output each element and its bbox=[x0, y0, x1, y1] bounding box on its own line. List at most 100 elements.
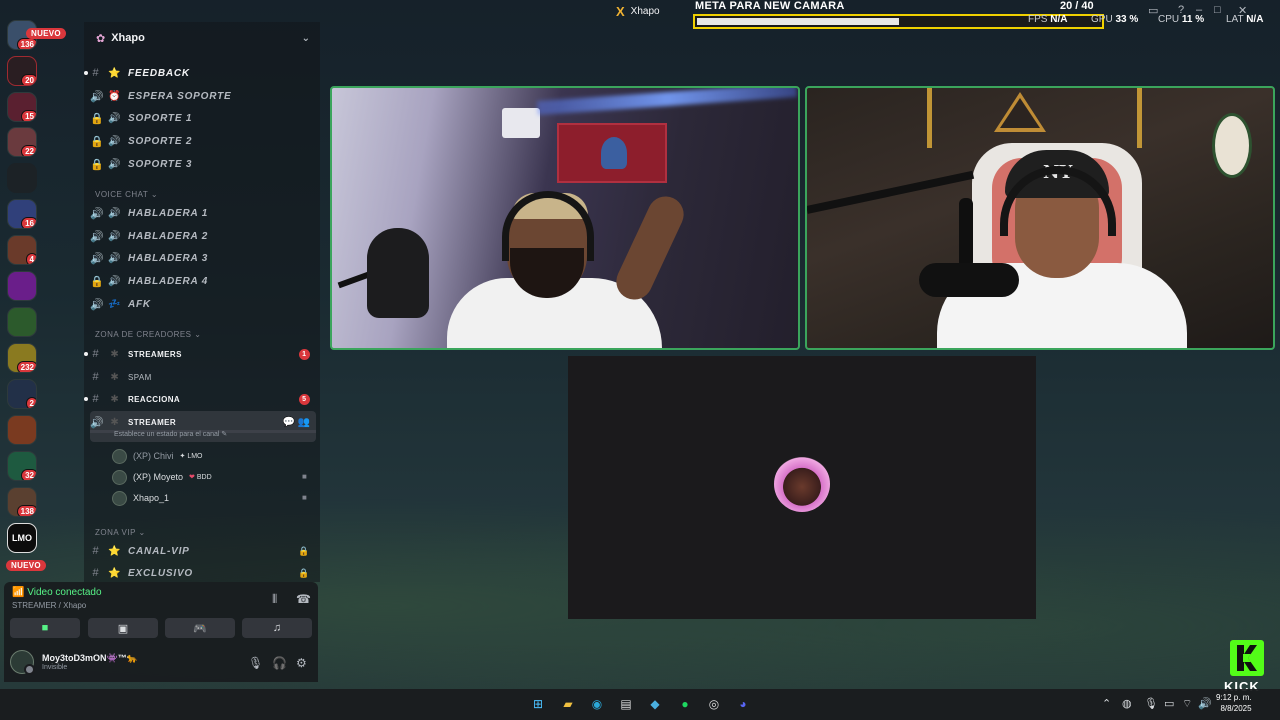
voice-user-chivi[interactable]: (XP) Chivi ✦ LMO bbox=[112, 447, 203, 465]
mention-count: 1 bbox=[299, 348, 310, 360]
category-zona-creadores[interactable]: ZONA DE CREADORES ⌄ bbox=[95, 330, 201, 339]
app-icon[interactable]: ▤ bbox=[616, 694, 636, 714]
disconnect-icon[interactable]: ☎ bbox=[296, 592, 311, 606]
server-icon-14[interactable]: 138 bbox=[7, 487, 37, 517]
system-clock[interactable]: 9:12 p. m. 8/8/2025 bbox=[1216, 692, 1252, 714]
server-icon-3[interactable]: 15 bbox=[7, 92, 37, 122]
channel-label: FEEDBACK bbox=[128, 67, 190, 79]
channel-exclusivo[interactable]: # ⭐ EXCLUSIVO 🔒 bbox=[90, 563, 316, 583]
server-icon-10[interactable]: 232 bbox=[7, 343, 37, 373]
volume-icon[interactable]: 🔊 bbox=[1198, 697, 1212, 710]
close-icon[interactable]: ✕ bbox=[1238, 4, 1247, 17]
app-tray-icon[interactable]: ◍ bbox=[1122, 697, 1132, 710]
channel-label: HABLADERA 1 bbox=[128, 207, 209, 219]
unread-dot bbox=[84, 352, 88, 356]
soundboard-button[interactable]: ♫ bbox=[242, 618, 312, 638]
maximize-icon[interactable]: □ bbox=[1214, 4, 1221, 16]
channel-habladera-3[interactable]: 🔊 🔊 HABLADERA 3 bbox=[90, 248, 316, 268]
voice-user-xhapo[interactable]: Xhapo_1 bbox=[112, 489, 169, 507]
video-tile-1[interactable] bbox=[330, 86, 800, 350]
channel-afk[interactable]: 🔊 💤 AFK bbox=[90, 294, 316, 314]
settings-gear-icon[interactable]: ⚙ bbox=[296, 656, 307, 670]
windows-start-icon[interactable]: ⊞ bbox=[528, 694, 548, 714]
help-icon[interactable]: ? bbox=[1178, 4, 1184, 16]
alarm-icon: ⏰ bbox=[108, 90, 122, 102]
channel-habladera-1[interactable]: 🔊 🔊 HABLADERA 1 bbox=[90, 203, 316, 223]
edge-browser-icon[interactable]: ◉ bbox=[587, 694, 607, 714]
unread-dot bbox=[84, 71, 88, 75]
server-icon-8[interactable] bbox=[7, 271, 37, 301]
voice-user-moyeto[interactable]: (XP) Moyeto ❤ BDD bbox=[112, 468, 212, 486]
server-icon-13[interactable]: 32 bbox=[7, 451, 37, 481]
spotify-icon[interactable]: ● bbox=[675, 694, 695, 714]
channel-reacciona[interactable]: # ✱ REACCIONA 5 bbox=[84, 389, 316, 409]
app-icon[interactable]: ◆ bbox=[645, 694, 665, 714]
channel-soporte-3[interactable]: 🔒 🔊 SOPORTE 3 bbox=[90, 154, 316, 174]
add-member-icon[interactable]: 👥 bbox=[298, 417, 311, 428]
channel-soporte-1[interactable]: 🔒 🔊 SOPORTE 1 bbox=[90, 108, 316, 128]
channel-habladera-4[interactable]: 🔒 🔊 HABLADERA 4 bbox=[90, 271, 316, 291]
category-voice-chat[interactable]: VOICE CHAT ⌄ bbox=[95, 190, 158, 199]
top-app-label[interactable]: X Xhapo bbox=[616, 4, 660, 19]
fps-stat: FPS N/A bbox=[1028, 14, 1067, 25]
voice-user-name: (XP) Moyeto bbox=[133, 472, 184, 482]
category-zona-vip[interactable]: ZONA VIP ⌄ bbox=[95, 528, 146, 537]
top-app-name: Xhapo bbox=[630, 6, 660, 17]
file-explorer-icon[interactable]: ▰ bbox=[558, 694, 578, 714]
chat-bubble-icon[interactable]: 💬 bbox=[283, 417, 296, 428]
lock-icon: 🔒 bbox=[90, 135, 105, 148]
channel-canal-vip[interactable]: # ⭐ CANAL-VIP 🔒 bbox=[90, 541, 316, 561]
speaker-icon: 🔊 bbox=[108, 275, 122, 287]
channel-label: EXCLUSIVO bbox=[128, 567, 193, 579]
lock-icon: 🔒 bbox=[297, 545, 310, 556]
wall-flag bbox=[557, 123, 667, 183]
server-icon-4[interactable]: 22 bbox=[7, 127, 37, 157]
headphones-icon[interactable]: 🎧 bbox=[272, 656, 287, 670]
hash-icon: # bbox=[92, 67, 100, 79]
noise-suppression-icon[interactable]: ⦀ bbox=[272, 592, 277, 607]
video-tile-3-avatar[interactable] bbox=[568, 356, 1036, 619]
channel-soporte-2[interactable]: 🔒 🔊 SOPORTE 2 bbox=[90, 131, 316, 151]
wifi-icon[interactable]: ⌔ bbox=[1182, 697, 1192, 711]
server-icon-lmo[interactable]: LMO bbox=[7, 523, 37, 553]
channel-emoji-icon: ✱ bbox=[110, 371, 120, 383]
channel-feedback[interactable]: # ⭐ FEEDBACK bbox=[84, 63, 316, 83]
speaker-icon: 🔊 bbox=[90, 90, 105, 103]
led-light-strip bbox=[536, 88, 798, 116]
screen-share-button[interactable]: ▣ bbox=[88, 618, 158, 638]
gpu-value: 33 % bbox=[1115, 14, 1139, 25]
microphone bbox=[919, 263, 1019, 297]
server-badge: 4 bbox=[25, 253, 36, 264]
channel-status-hint[interactable]: Establece un estado para el canal ✎ bbox=[90, 430, 316, 442]
server-icon-2[interactable]: 20 bbox=[7, 56, 37, 86]
server-icon-6[interactable]: 16 bbox=[7, 199, 37, 229]
speaker-icon: 🔊 bbox=[90, 230, 105, 243]
server-icon-5[interactable] bbox=[7, 163, 37, 193]
server-icon-9[interactable] bbox=[7, 307, 37, 337]
user-panel[interactable]: Moy3toD3mON👾™🐆 Invisible bbox=[10, 650, 138, 675]
connection-status[interactable]: 📶 Video conectado bbox=[12, 587, 102, 598]
microphone-icon[interactable]: 🎙 bbox=[1144, 697, 1158, 710]
obs-icon[interactable]: ◎ bbox=[704, 694, 724, 714]
chevron-up-icon[interactable]: ⌃ bbox=[1102, 697, 1111, 710]
inbox-icon[interactable]: ▭ bbox=[1148, 4, 1158, 17]
server-icon-11[interactable]: 2 bbox=[7, 379, 37, 409]
activity-button[interactable]: 🎮 bbox=[165, 618, 235, 638]
channel-spam[interactable]: # ✱ SPAM bbox=[90, 367, 316, 387]
user-tag: ✦ LMO bbox=[179, 453, 203, 460]
connected-channel[interactable]: STREAMER / Xhapo bbox=[12, 601, 86, 610]
discord-icon[interactable]: ◕ bbox=[733, 694, 753, 714]
speaker-icon: 🔊 bbox=[108, 207, 122, 219]
server-icon-7[interactable]: 4 bbox=[7, 235, 37, 265]
microphone-icon[interactable]: 🎙 bbox=[248, 656, 263, 670]
channel-habladera-2[interactable]: 🔊 🔊 HABLADERA 2 bbox=[90, 226, 316, 246]
display-icon[interactable]: ▭ bbox=[1164, 697, 1174, 710]
minimize-icon[interactable]: – bbox=[1196, 4, 1202, 16]
server-icon-12[interactable] bbox=[7, 415, 37, 445]
server-header[interactable]: ✿ Xhapo ⌄ bbox=[84, 28, 320, 48]
camera-button[interactable]: ■ bbox=[10, 618, 80, 638]
channel-streamers[interactable]: # ✱ STREAMERS 1 bbox=[84, 344, 316, 364]
channel-espera-soporte[interactable]: 🔊 ⏰ ESPERA SOPORTE bbox=[90, 86, 316, 106]
video-tile-2[interactable]: NY bbox=[805, 86, 1275, 350]
speaker-icon: 🔊 bbox=[90, 416, 105, 429]
